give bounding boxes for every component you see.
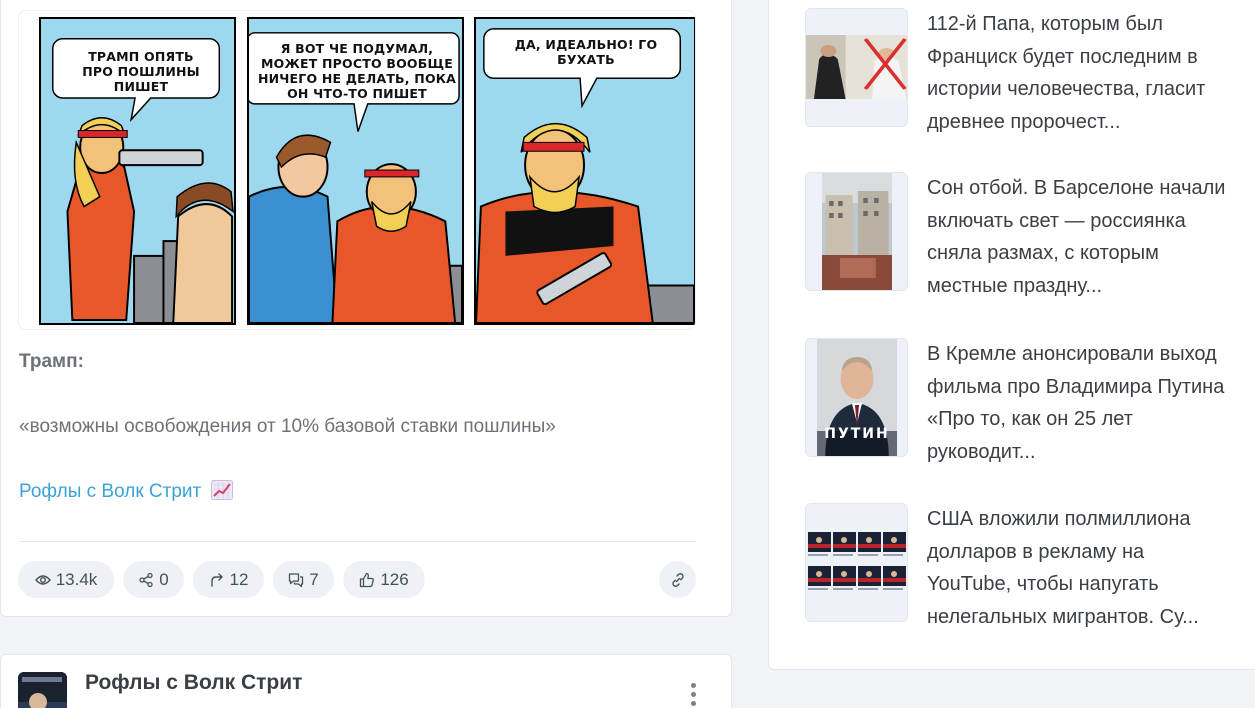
repost-button[interactable]: 12	[193, 561, 264, 598]
dot-icon	[690, 701, 696, 706]
likes-count: 126	[380, 569, 409, 589]
reposts-count: 12	[229, 569, 249, 589]
thumbs-up-icon	[360, 572, 375, 587]
panel-1-speech: ТРАМП ОПЯТЬ ПРО ПОШЛИНЫ ПИШЕТ	[82, 49, 200, 94]
panel-3-speech: ДА, ИДЕАЛЬНО! ГО БУХАТЬ	[514, 37, 658, 67]
news-headline: 112-й Папа, которым был Франциск будет п…	[927, 13, 1206, 133]
news-headline: В Кремле анонсировали выход фильма про В…	[927, 343, 1225, 463]
dot-icon	[690, 692, 696, 697]
post-quote: «возможны освобождения от 10% базовой ст…	[19, 416, 556, 437]
eye-icon	[34, 574, 51, 585]
news-headline: США вложили полмиллиона долларов в рекла…	[927, 508, 1199, 628]
like-button[interactable]: 126	[343, 561, 425, 598]
comic-panel-1: ТРАМП ОПЯТЬ ПРО ПОШЛИНЫ ПИШЕТ	[39, 17, 236, 325]
channel-name[interactable]: Рофлы с Волк Стрит	[85, 671, 302, 695]
news-thumbnail: ПУТИН	[805, 338, 908, 457]
comments-button[interactable]: 7	[273, 561, 334, 598]
more-options-button[interactable]	[685, 683, 701, 708]
channel-link[interactable]: Рофлы с Волк Стрит	[19, 480, 233, 503]
comments-icon	[289, 572, 304, 587]
share-icon	[139, 572, 153, 587]
share-button[interactable]: 0	[123, 561, 184, 598]
channel-link-label: Рофлы с Волк Стрит	[19, 481, 202, 502]
comic-panel-2: Я ВОТ ЧЕ ПОДУМАЛ, МОЖЕТ ПРОСТО ВООБЩЕ НИ…	[247, 17, 464, 325]
dot-icon	[690, 683, 696, 688]
avatar-image	[18, 672, 67, 708]
news-thumbnail	[805, 172, 908, 291]
news-thumbnail	[805, 8, 908, 127]
views-count: 13.4k	[55, 569, 98, 589]
news-image	[822, 173, 892, 290]
channel-avatar[interactable]	[18, 672, 67, 708]
chart-increasing-icon	[210, 480, 233, 500]
copy-link-button[interactable]	[659, 561, 696, 598]
comic-panel-3: ДА, ИДЕАЛЬНО! ГО БУХАТЬ	[474, 17, 695, 325]
news-thumbnail	[805, 503, 908, 622]
news-image	[806, 504, 907, 621]
post-card: ТРАМП ОПЯТЬ ПРО ПОШЛИНЫ ПИШЕТ Я ВОТ ЧЕ П…	[0, 0, 732, 617]
views-button[interactable]: 13.4k	[18, 561, 114, 598]
news-image	[806, 9, 907, 126]
comic-image[interactable]: ТРАМП ОПЯТЬ ПРО ПОШЛИНЫ ПИШЕТ Я ВОТ ЧЕ П…	[18, 10, 696, 330]
next-post-card: Рофлы с Волк Стрит	[0, 654, 732, 708]
shares-count: 0	[159, 569, 169, 589]
comments-count: 7	[309, 569, 319, 589]
post-title: Трамп:	[19, 351, 84, 372]
panel-2-speech: Я ВОТ ЧЕ ПОДУМАЛ, МОЖЕТ ПРОСТО ВООБЩЕ НИ…	[257, 41, 457, 101]
forward-arrow-icon	[210, 572, 223, 587]
news-headline: Сон отбой. В Барселоне начали включать с…	[927, 177, 1226, 297]
divider	[19, 541, 696, 542]
link-icon	[671, 572, 684, 587]
thumbnail-caption: ПУТИН	[824, 426, 890, 442]
